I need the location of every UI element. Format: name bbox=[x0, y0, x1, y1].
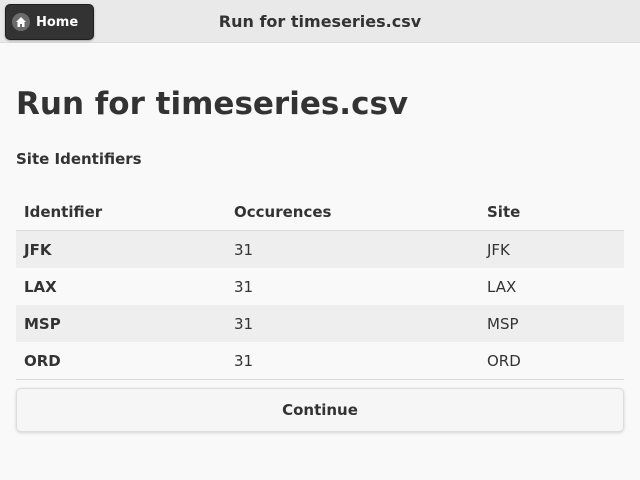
occurences-cell: 31 bbox=[234, 240, 254, 259]
section-title: Site Identifiers bbox=[16, 150, 142, 168]
site-cell: JFK bbox=[487, 240, 510, 259]
continue-button[interactable]: Continue bbox=[16, 388, 624, 432]
site-cell: MSP bbox=[487, 314, 519, 333]
table-row: MSP 31 MSP bbox=[16, 305, 624, 342]
home-icon bbox=[12, 13, 30, 31]
main-content: Run for timeseries.csv Site Identifiers … bbox=[0, 85, 640, 432]
column-header-site: Site bbox=[479, 193, 624, 231]
occurences-cell: 31 bbox=[226, 342, 479, 380]
identifier-cell: LAX bbox=[24, 277, 57, 296]
header-title: Run for timeseries.csv bbox=[218, 12, 422, 31]
site-cell: LAX bbox=[487, 277, 517, 296]
home-button-label: Home bbox=[36, 14, 79, 30]
identifier-cell: JFK bbox=[24, 240, 52, 259]
occurences-cell: 31 bbox=[234, 314, 254, 333]
header-bar: Home Run for timeseries.csv bbox=[0, 0, 640, 43]
identifier-cell: MSP bbox=[24, 314, 61, 333]
occurences-cell: 31 bbox=[234, 277, 254, 296]
site-identifiers-table: Identifier Occurences Site JFK 31 JFK LA… bbox=[16, 193, 624, 380]
column-header-identifier: Identifier bbox=[16, 193, 226, 231]
page-title: Run for timeseries.csv bbox=[16, 86, 409, 122]
identifier-cell: ORD bbox=[16, 342, 226, 380]
table-header-row: Identifier Occurences Site bbox=[16, 193, 624, 231]
column-header-occurences: Occurences bbox=[226, 193, 479, 231]
table-row: ORD 31 ORD bbox=[16, 342, 624, 380]
table-row: LAX 31 LAX bbox=[16, 268, 624, 305]
site-cell: ORD bbox=[479, 342, 624, 380]
table-row: JFK 31 JFK bbox=[16, 230, 624, 268]
home-button[interactable]: Home bbox=[5, 4, 94, 40]
